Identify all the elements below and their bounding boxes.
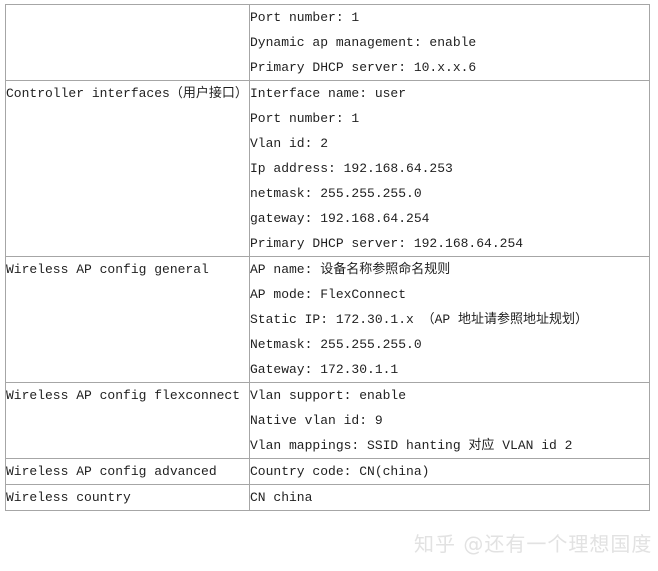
config-label-cell: Wireless AP config advanced [5,458,250,485]
config-label-text: Wireless country [6,490,131,505]
config-value-line: Primary DHCP server: 10.x.x.6 [250,60,477,75]
config-value-cell: Interface name: user Port number: 1 Vlan… [249,80,650,257]
config-value-line: AP name: 设备名称参照命名规则 [250,262,451,277]
wireless-controller-config-table: Port number: 1 Dynamic ap management: en… [5,4,650,511]
config-value-line: Netmask: 255.255.255.0 [250,337,422,352]
table-row: Controller interfaces（用户接口） Interface na… [5,80,650,257]
config-value-line: Ip address: 192.168.64.253 [250,161,453,176]
config-value-line: netmask: 255.255.255.0 [250,186,422,201]
table-row: Wireless country CN china [5,484,650,511]
table-row: Port number: 1 Dynamic ap management: en… [5,4,650,81]
config-value-line: Dynamic ap management: enable [250,35,477,50]
config-value-line: CN china [250,490,313,505]
config-label-text: Controller interfaces（用户接口） [6,86,248,101]
config-value-cell: Country code: CN(china) [249,458,650,485]
config-value-line: Interface name: user [250,86,407,101]
config-value-line: Static IP: 172.30.1.x （AP 地址请参照地址规划） [250,312,589,327]
config-label-cell: Wireless AP config general [5,256,250,383]
config-value-line: AP mode: FlexConnect [250,287,407,302]
config-table-container: Port number: 1 Dynamic ap management: en… [5,4,650,511]
config-value-line: Native vlan id: 9 [250,413,383,428]
config-value-line: gateway: 192.168.64.254 [250,211,430,226]
watermark-text: 知乎 @还有一个理想国度 [414,532,653,556]
config-value-cell: AP name: 设备名称参照命名规则 AP mode: FlexConnect… [249,256,650,383]
config-label-cell: Wireless country [5,484,250,511]
config-label-cell [5,4,250,81]
config-label-text: Wireless AP config advanced [6,464,217,479]
config-value-line: Vlan support: enable [250,388,407,403]
table-row: Wireless AP config flexconnect Vlan supp… [5,382,650,459]
config-label-cell: Wireless AP config flexconnect [5,382,250,459]
table-row: Wireless AP config advanced Country code… [5,458,650,485]
table-row: Wireless AP config general AP name: 设备名称… [5,256,650,383]
config-value-line: Primary DHCP server: 192.168.64.254 [250,236,524,251]
config-value-cell: CN china [249,484,650,511]
config-value-line: Port number: 1 [250,10,360,25]
config-value-line: Country code: CN(china) [250,464,430,479]
config-value-line: Port number: 1 [250,111,360,126]
config-table-body: Port number: 1 Dynamic ap management: en… [5,4,650,511]
config-value-cell: Port number: 1 Dynamic ap management: en… [249,4,650,81]
config-label-text: Wireless AP config general [6,262,209,277]
config-value-line: Vlan mappings: SSID hanting 对应 VLAN id 2 [250,438,573,453]
config-label-text: Wireless AP config flexconnect [6,388,241,403]
config-label-cell: Controller interfaces（用户接口） [5,80,250,257]
config-value-cell: Vlan support: enable Native vlan id: 9 V… [249,382,650,459]
config-value-line: Gateway: 172.30.1.1 [250,362,399,377]
config-value-line: Vlan id: 2 [250,136,329,151]
